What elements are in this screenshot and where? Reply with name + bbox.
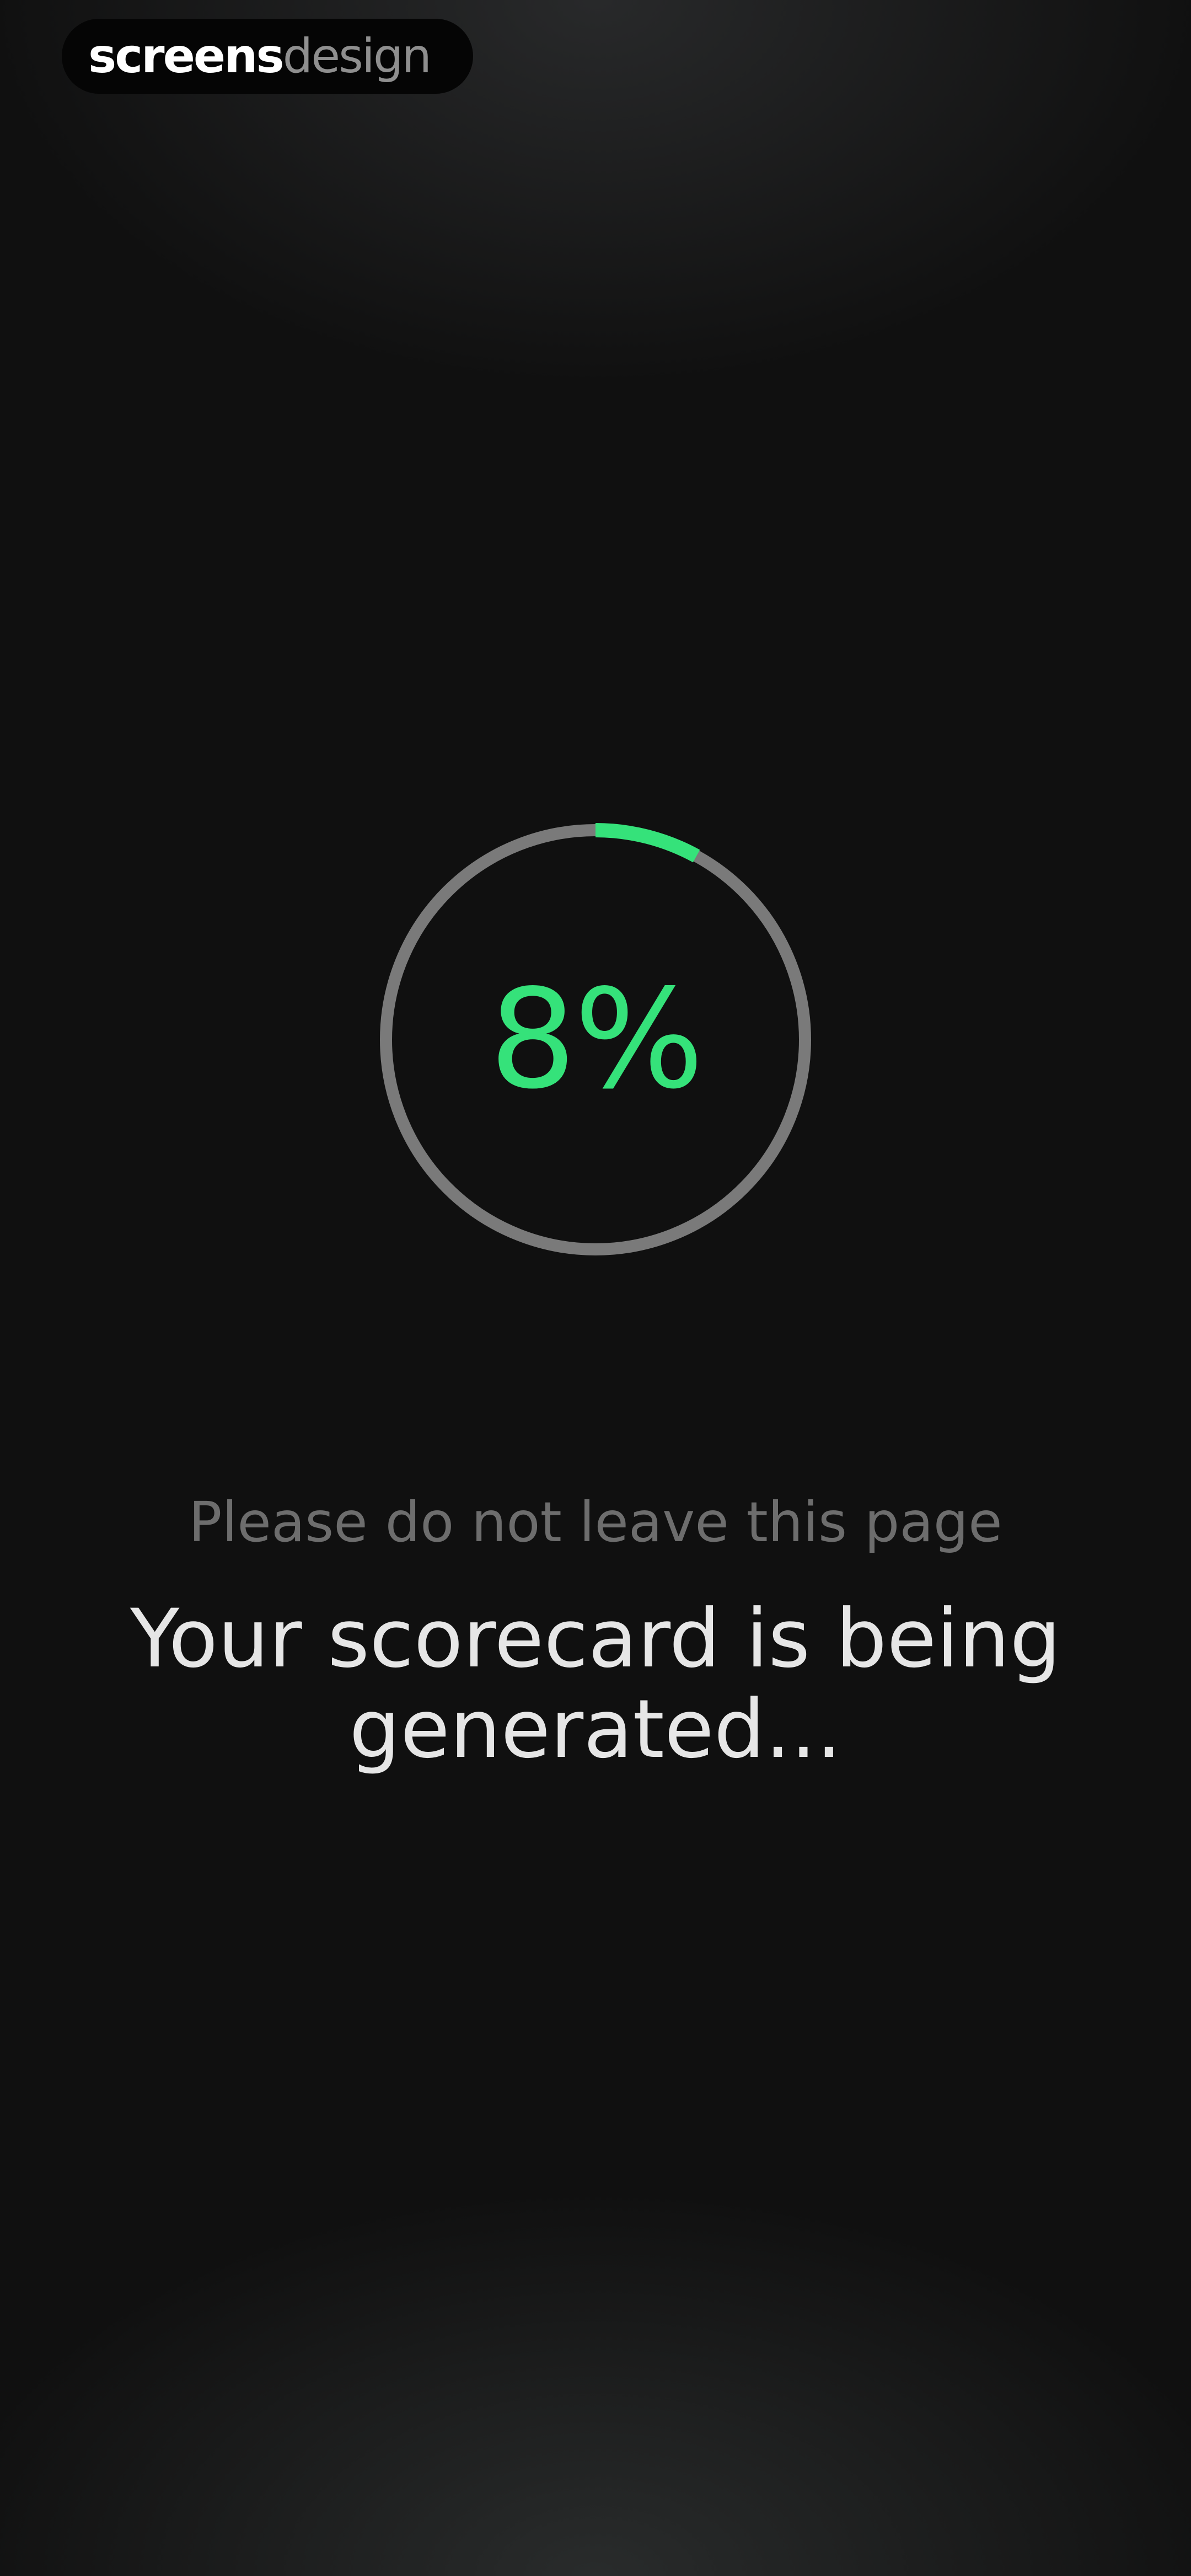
watermark-light-text: design xyxy=(282,29,432,84)
watermark-strong-text: screens xyxy=(88,29,285,84)
do-not-leave-note: Please do not leave this page xyxy=(189,1490,1002,1554)
loading-screen: screens design 8% Please do not leave thi… xyxy=(0,0,1191,2576)
screensdesign-watermark: screens design xyxy=(62,19,473,94)
progress-percentage: 8% xyxy=(489,960,704,1119)
generating-headline: Your scorecard is being generated... xyxy=(130,1592,1061,1776)
